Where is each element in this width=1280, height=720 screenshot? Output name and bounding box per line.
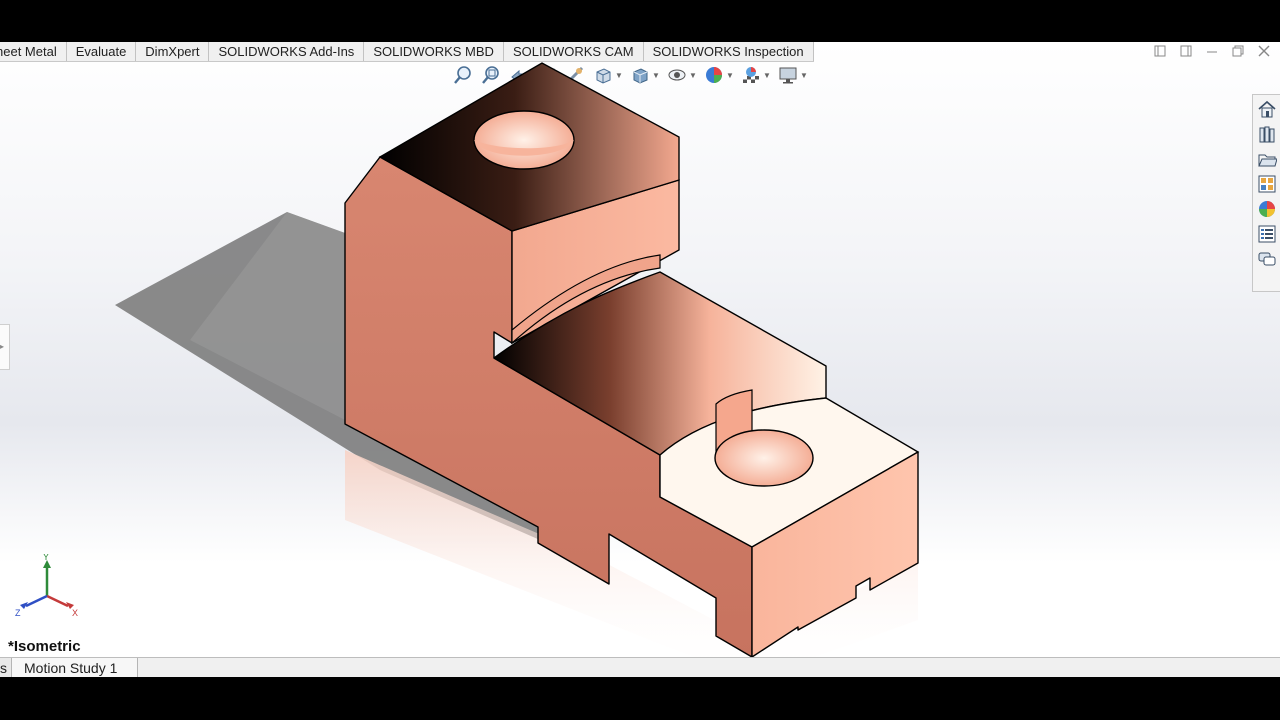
triad-y-label: Y (43, 554, 49, 562)
triad-z-label: Z (15, 608, 21, 618)
graphics-area[interactable] (0, 42, 1280, 677)
tab-motion-study-1[interactable]: Motion Study 1 (12, 658, 139, 677)
bottom-tabs: s Motion Study 1 (0, 657, 1280, 677)
reference-triad: Y X Z (15, 554, 78, 618)
view-orientation-label: *Isometric (8, 638, 81, 655)
tab-model[interactable]: s (0, 658, 12, 677)
triad-x-label: X (72, 608, 78, 618)
model-top-hole (473, 110, 575, 170)
solidworks-window: heet Metal Evaluate DimXpert SOLIDWORKS … (0, 42, 1280, 677)
model-lower-hole (714, 429, 814, 487)
letterbox-bottom (0, 677, 1280, 720)
letterbox-top (0, 0, 1280, 42)
